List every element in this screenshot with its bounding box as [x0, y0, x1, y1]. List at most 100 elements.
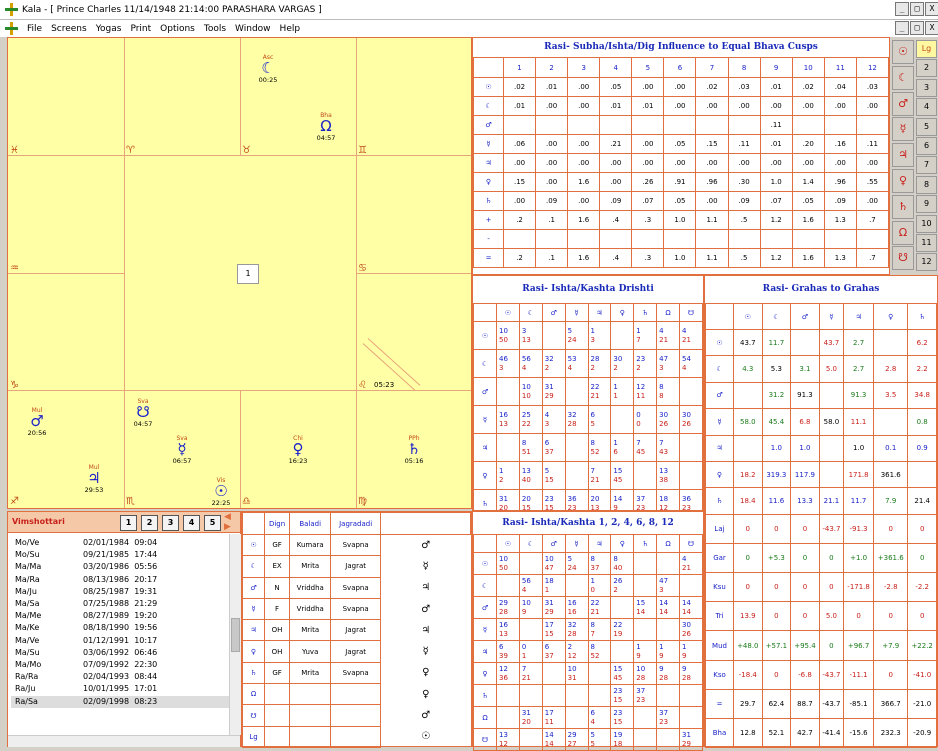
dasa-prev-icon[interactable]: ◀ — [224, 513, 231, 522]
planet-venus[interactable]: Chi ♀ 16:23 — [278, 435, 318, 465]
dasa-row[interactable]: Ra/Ju 10/01/1995 17:01 — [11, 683, 229, 695]
dasa-horizontal-scrollbar[interactable] — [8, 735, 240, 747]
dasa-row[interactable]: Ma/Mo 07/09/1992 22:30 — [11, 659, 229, 671]
close-button[interactable]: X — [925, 2, 938, 16]
dasa-list[interactable]: Mo/Ve 02/01/1984 09:04 Mo/Su 09/21/1985 17:… — [11, 537, 229, 708]
sidebar-house-button[interactable]: 5 — [916, 117, 937, 136]
sidebar-house-button[interactable]: 12 — [916, 253, 937, 272]
drishti-cell: 7 43 — [656, 433, 680, 462]
dasa-level-3-button[interactable]: 3 — [162, 515, 179, 531]
sidebar-house-button[interactable]: 10 — [916, 214, 937, 233]
sidebar-planet-button[interactable]: Ω — [892, 220, 914, 245]
sidebar-planet-button[interactable]: ☾ — [892, 65, 914, 90]
planet-saturn[interactable]: PPh ♄ 05:16 — [394, 435, 434, 465]
dasa-row[interactable]: Ra/Sa 02/09/1998 08:23 — [11, 695, 229, 708]
sidebar-house-button[interactable]: Lg — [916, 40, 937, 58]
sidebar-planet-button[interactable]: ☿ — [892, 117, 914, 142]
dasa-level-2-button[interactable]: 2 — [141, 515, 158, 531]
subha-cell: 1.1 — [695, 210, 729, 230]
child-maximize-button[interactable]: □ — [910, 21, 924, 35]
planet-mars[interactable]: Mul ♂ 20:56 — [17, 407, 57, 437]
dasa-row[interactable]: Ma/Ra 08/13/1986 20:17 — [11, 574, 229, 586]
bala-row-label: Tri — [705, 601, 734, 632]
grahas-cell: 3.1 — [790, 355, 820, 383]
planet-sun[interactable]: Vis ☉ 22:25 — [201, 477, 241, 507]
sidebar-house-button[interactable]: 3 — [916, 78, 937, 97]
subha-row-glyph: - — [473, 229, 504, 249]
dasa-level-1-button[interactable]: 1 — [120, 515, 137, 531]
child-close-button[interactable]: X — [925, 21, 938, 35]
drishti-cell: 88 — [656, 377, 680, 406]
dasa-row[interactable]: Ma/Ve 01/12/1991 10:17 — [11, 635, 229, 647]
dasa-row[interactable]: Mo/Su 09/21/1985 17:44 — [11, 549, 229, 561]
menu-print[interactable]: Print — [130, 24, 151, 34]
sidebar-planet-button[interactable]: ♃ — [892, 143, 914, 168]
bala-cell: -85.1 — [843, 688, 875, 720]
grahas-cell: 2.7 — [843, 355, 875, 383]
ishta2-row-glyph: ♀ — [473, 662, 497, 685]
ishta2-kashta-value: 24 — [567, 563, 577, 572]
sidebar-house-button[interactable]: 11 — [916, 234, 937, 252]
sidebar-planet-button[interactable]: ♂ — [892, 91, 914, 116]
sidebar-planet-button[interactable]: ☉ — [892, 40, 914, 64]
minimize-button[interactable]: _ — [895, 2, 909, 16]
dasa-row[interactable]: Ma/Ma 03/20/1986 05:56 — [11, 561, 229, 573]
sidebar-planet-button[interactable]: ♄ — [892, 194, 914, 219]
dasa-row[interactable]: Ra/Ra 02/04/1993 08:44 — [11, 671, 229, 683]
dasa-row[interactable]: Ma/Sa 07/25/1988 21:29 — [11, 598, 229, 610]
drishti-ishta-value: 7 — [590, 466, 595, 475]
planet-mercury[interactable]: Sva ☿ 06:57 — [162, 435, 202, 465]
dasa-level-4-button[interactable]: 4 — [183, 515, 200, 531]
ishta2-kashta-value: 14 — [682, 607, 691, 616]
grahas-row-label: ☿ — [705, 408, 734, 436]
menu-screens[interactable]: Screens — [51, 24, 87, 34]
subha-cell: .11 — [759, 115, 793, 135]
dasa-row[interactable]: Mo/Ve 02/01/1984 09:04 — [11, 537, 229, 549]
bala-cell: -21.0 — [907, 688, 937, 720]
rasi-chart[interactable]: ♓ ♈ ♉ ♊ ♒ ♋ ♑ ♌ ♐ ♏ ♎ ♍ 1 05:23 Asc ☾ 00:2… — [7, 37, 472, 509]
sidebar-house-button[interactable]: 6 — [916, 137, 937, 155]
menu-file[interactable]: File — [27, 24, 42, 34]
sidebar-house-button[interactable]: 4 — [916, 98, 937, 117]
scroll-thumb[interactable] — [231, 618, 240, 652]
drishti-ishta-value: 7 — [636, 438, 641, 447]
drishti-row-glyph: ♂ — [473, 377, 497, 406]
planet-rahu[interactable]: Bha Ω 04:57 — [306, 112, 346, 142]
dasa-row[interactable]: Ma/Me 08/27/1989 19:20 — [11, 610, 229, 622]
dasa-row[interactable]: Ma/Ju 08/25/1987 19:31 — [11, 586, 229, 598]
dasa-vertical-scrollbar[interactable] — [229, 534, 241, 735]
menu-tools[interactable]: Tools — [204, 24, 226, 34]
drishti-ishta-value: 3 — [521, 326, 527, 335]
drishti-kashta-value: 6 — [613, 447, 618, 456]
drishti-kashta-value: 43 — [659, 447, 669, 456]
planet-jupiter[interactable]: Mul ♃ 29:53 — [74, 464, 114, 494]
menu-options[interactable]: Options — [160, 24, 195, 34]
sidebar-house-button[interactable]: 8 — [916, 175, 937, 194]
dasa-period: Ma/Ra — [15, 574, 40, 584]
dasa-row[interactable]: Ma/Su 03/06/1992 06:46 — [11, 647, 229, 659]
sidebar-house-button[interactable]: 2 — [916, 59, 937, 78]
subha-cell: .02 — [502, 77, 537, 97]
sidebar-planet-button[interactable]: ☋ — [892, 246, 914, 271]
sidebar-house-button[interactable]: 7 — [916, 156, 937, 175]
subha-cell: .00 — [791, 153, 825, 173]
planet-ketu[interactable]: Sva ☋ 04:57 — [123, 398, 163, 428]
avastha-col-header: Dign — [263, 512, 291, 535]
dasa-next-icon[interactable]: ▶ — [224, 523, 231, 532]
dasa-row[interactable]: Ma/Ke 08/18/1990 19:56 — [11, 622, 229, 634]
sidebar-planet-button[interactable]: ♀ — [892, 169, 914, 193]
sidebar-house-button[interactable]: 9 — [916, 195, 937, 214]
planet-moon[interactable]: Asc ☾ 00:25 — [248, 54, 288, 84]
dasa-level-5-button[interactable]: 5 — [204, 515, 221, 531]
child-minimize-button[interactable]: _ — [895, 21, 909, 35]
ishta2-ishta-value: 22 — [590, 598, 600, 607]
avastha-row: ☉ GF Kumara Svapna ♂ — [242, 533, 471, 557]
ishta2-cell: 14 14 — [679, 596, 703, 619]
menu-yogas[interactable]: Yogas — [96, 24, 122, 34]
menu-help[interactable]: Help — [280, 24, 301, 34]
menu-window[interactable]: Window — [235, 24, 271, 34]
drishti-cell — [633, 461, 658, 490]
grahas-col-header: ♀ — [873, 303, 909, 330]
maximize-button[interactable]: □ — [910, 2, 924, 16]
dasa-start-date: 10/01/1995 17:01 — [83, 684, 158, 694]
